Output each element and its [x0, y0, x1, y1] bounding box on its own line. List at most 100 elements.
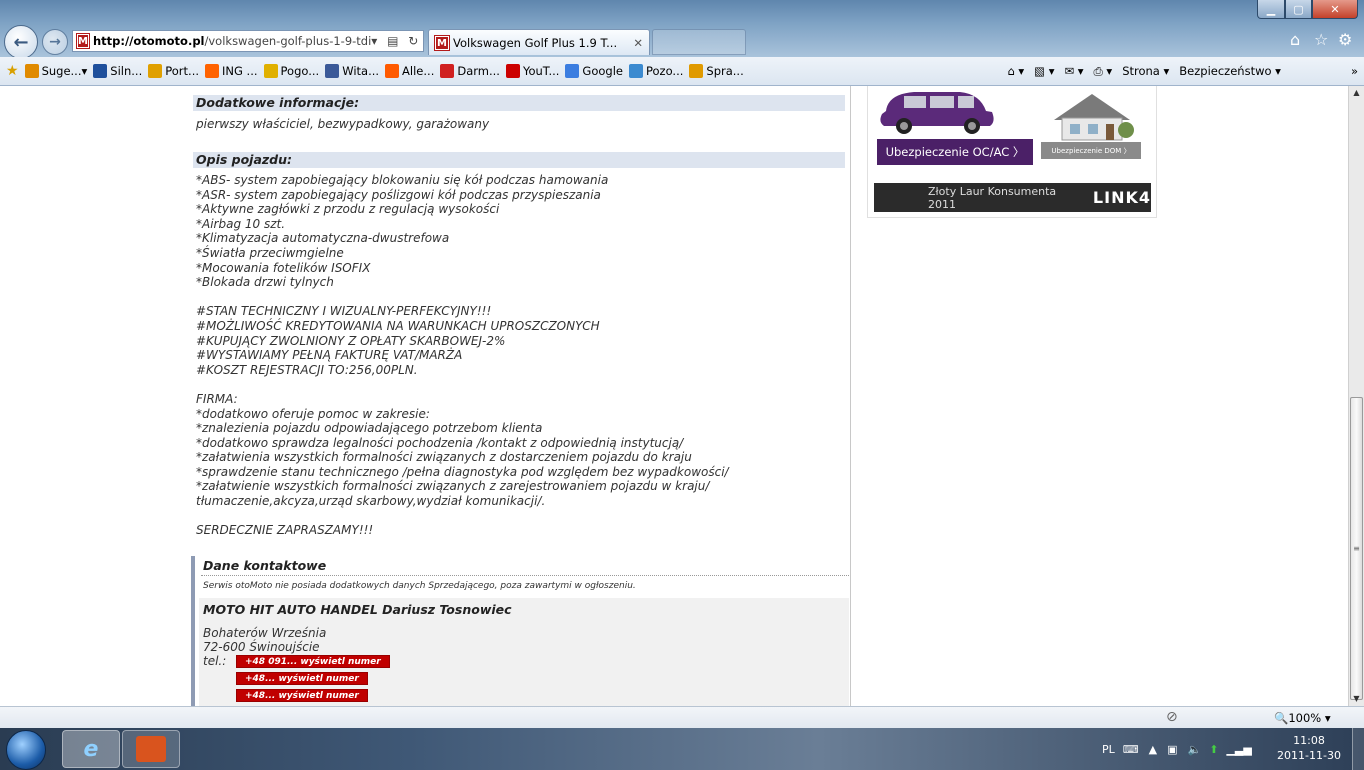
show-desktop-button[interactable] — [1352, 728, 1364, 770]
close-window-button[interactable]: ✕ — [1312, 0, 1358, 19]
show-phone-button-1[interactable]: +48 091... wyświetl numer — [236, 655, 390, 668]
maximize-button[interactable]: ▢ — [1285, 0, 1312, 19]
favorite-item[interactable]: Spra... — [689, 64, 744, 78]
print-icon[interactable]: ⎙ ▾ — [1094, 64, 1113, 79]
favorite-item[interactable]: YouT... — [505, 64, 559, 78]
int-icon — [148, 64, 163, 78]
favorites-bar: ★ Suge... ▾ Siln... Port... ING ... Pogo... W… — [0, 57, 1364, 86]
status-bar: ⊘ 🔍100% ▾ — [0, 706, 1364, 728]
show-phone-button-3[interactable]: +48... wyświetl numer — [236, 689, 368, 702]
new-tab-button[interactable] — [652, 29, 746, 55]
internet-explorer-icon[interactable]: e — [62, 730, 120, 768]
home-menu-icon[interactable]: ⌂ ▾ — [1007, 64, 1024, 78]
favorite-item[interactable]: Alle... — [385, 64, 434, 78]
url-path: /volkswagen-golf-plus-1-9-tdi — [204, 34, 372, 48]
favorite-label: ING ... — [222, 64, 258, 78]
show-hidden-icons-icon[interactable]: ▲ — [1149, 743, 1157, 756]
ad-award-text: Złoty Laur Konsumenta 2011 — [928, 184, 1057, 211]
favorite-item[interactable]: Google — [565, 64, 623, 78]
vertical-scrollbar[interactable]: ▲ ≡ ▼ — [1348, 86, 1364, 706]
favorite-label: Alle... — [402, 64, 435, 78]
favorite-item[interactable]: Siln... — [93, 64, 142, 78]
gear-icon[interactable]: ⚙ — [1338, 30, 1352, 49]
chevron-more-icon[interactable]: » — [1351, 64, 1358, 78]
language-indicator[interactable]: PL — [1102, 743, 1115, 756]
google-icon — [565, 64, 580, 78]
ad-dom-button[interactable]: Ubezpieczenie DOM 〉 — [1041, 142, 1141, 159]
clock[interactable]: 11:08 2011-11-30 — [1272, 733, 1346, 763]
feeds-icon[interactable]: ▧ ▾ — [1034, 64, 1054, 78]
ing-icon — [205, 64, 219, 78]
system-tray: PL ⌨ ▲ ▣ 🔈 ⬆ ▁▃▅ — [1102, 728, 1252, 770]
favorite-item[interactable]: Suge... ▾ — [24, 64, 87, 78]
allegro-icon — [385, 64, 400, 78]
scroll-up-arrow-icon[interactable]: ▲ — [1349, 86, 1364, 100]
description-line: *Blokada drzwi tylnych — [196, 275, 334, 290]
description-line: *załatwienie wszystkich formalności zwią… — [196, 479, 710, 494]
ad-illustration — [880, 92, 1134, 141]
favorite-item[interactable]: Darm... — [440, 64, 500, 78]
insurance-ad[interactable]: Ubezpieczenie OC/AC 〉 Ubezpieczenie DOM … — [867, 86, 1157, 218]
scroll-thumb[interactable]: ≡ — [1350, 397, 1363, 700]
description-line: #MOŻLIWOŚĆ KREDYTOWANIA NA WARUNKACH UPR… — [196, 318, 600, 333]
security-menu[interactable]: Bezpieczeństwo ▾ — [1179, 64, 1281, 78]
description-line — [196, 290, 729, 305]
seller-name: MOTO HIT AUTO HANDEL Dariusz Tosnowiec — [203, 602, 512, 617]
description-line: *dodatkowo oferuje pomoc w zakresie: — [196, 406, 430, 421]
description-line: *znalezienia pojazdu odpowiadającego pot… — [196, 421, 543, 436]
extra-info-heading: Dodatkowe informacje: — [193, 95, 845, 111]
update-icon[interactable]: ⬆ — [1209, 743, 1218, 756]
home-icon[interactable]: ⌂ — [1290, 30, 1300, 49]
scroll-down-arrow-icon[interactable]: ▼ — [1349, 692, 1364, 706]
favorite-item[interactable]: Wita... — [325, 64, 379, 78]
description-line: *ABS- system zapobiegający blokowaniu si… — [196, 173, 609, 187]
favorites-list: Suge... ▾ Siln... Port... ING ... Pogo... Wit… — [19, 64, 744, 78]
favorite-item[interactable]: Pogo... — [263, 64, 319, 78]
minimize-button[interactable]: ▁ — [1257, 0, 1285, 19]
show-phone-button-2[interactable]: +48... wyświetl numer — [236, 672, 368, 685]
favorite-item[interactable]: Pozo... — [628, 64, 683, 78]
extra-info-text: pierwszy właściciel, bezwypadkowy, garaż… — [196, 117, 490, 131]
address-tools[interactable]: ▾ ▤ ↻ ✕ — [371, 34, 423, 48]
description-line: *Światła przeciwmgielne — [196, 245, 344, 260]
ad-footer: Złoty Laur Konsumenta 2011 LINK4 — [874, 183, 1151, 212]
address-bar[interactable]: M http://otomoto.pl/volkswagen-golf-plus… — [72, 30, 424, 52]
address-url[interactable]: http://otomoto.pl/volkswagen-golf-plus-1… — [93, 34, 371, 48]
presentation-app-icon[interactable] — [122, 730, 180, 768]
zoom-control[interactable]: 🔍100% ▾ — [1274, 711, 1331, 725]
description-text: *ABS- system zapobiegający blokowaniu si… — [196, 173, 729, 538]
seller-street: Bohaterów Września — [203, 626, 327, 640]
description-line: *ASR- system zapobiegający poślizgowi kó… — [196, 187, 601, 202]
ad-oc-ac-button[interactable]: Ubezpieczenie OC/AC 〉 — [877, 139, 1033, 165]
keyboard-icon[interactable]: ⌨ — [1123, 743, 1139, 756]
description-line: *Klimatyzacja automatyczna-dwustrefowa — [196, 231, 450, 246]
favorites-star-add-icon[interactable]: ★ — [6, 63, 19, 79]
clock-time: 11:08 — [1293, 734, 1325, 747]
description-line: #KUPUJĄCY ZWOLNIONY Z OPŁATY SKARBOWEJ-2… — [196, 333, 506, 348]
mail-icon[interactable]: ✉ ▾ — [1064, 64, 1083, 78]
description-line: tłumaczenie,akcyza,urząd skarbowy,wydzia… — [196, 494, 546, 509]
back-button[interactable]: ← — [4, 25, 38, 59]
favorite-item[interactable]: ING ... — [205, 64, 258, 78]
description-line: #STAN TECHNICZNY I WIZUALNY-PERFEKCYJNY!… — [196, 304, 492, 319]
tab-close-icon[interactable]: ✕ — [633, 36, 643, 50]
forward-button[interactable]: → — [42, 29, 68, 55]
divider — [201, 575, 849, 576]
ad-brand-logo: LINK4 — [1092, 188, 1151, 207]
ad-banner[interactable]: Ubezpieczenie OC/AC 〉 Ubezpieczenie DOM … — [874, 86, 1151, 183]
network-icon[interactable]: ▣ — [1167, 743, 1177, 756]
start-button[interactable] — [6, 730, 46, 770]
page-menu[interactable]: Strona ▾ — [1122, 64, 1169, 78]
signal-icon[interactable]: ▁▃▅ — [1226, 743, 1251, 756]
zoom-level: 100% — [1288, 711, 1322, 725]
check-icon — [689, 64, 704, 78]
vw-icon — [93, 64, 108, 78]
volume-icon[interactable]: 🔈 — [1188, 743, 1202, 756]
tab-active[interactable]: M Volkswagen Golf Plus 1.9 T... ✕ — [428, 29, 650, 55]
favorites-star-icon[interactable]: ☆ — [1314, 30, 1328, 49]
facebook-icon — [325, 64, 340, 78]
favorite-item[interactable]: Port... — [148, 64, 199, 78]
description-line: *sprawdzenie stanu technicznego /pełna d… — [196, 464, 729, 479]
favorite-label: Port... — [165, 64, 199, 78]
url-domain: http://otomoto.pl — [92, 34, 205, 48]
